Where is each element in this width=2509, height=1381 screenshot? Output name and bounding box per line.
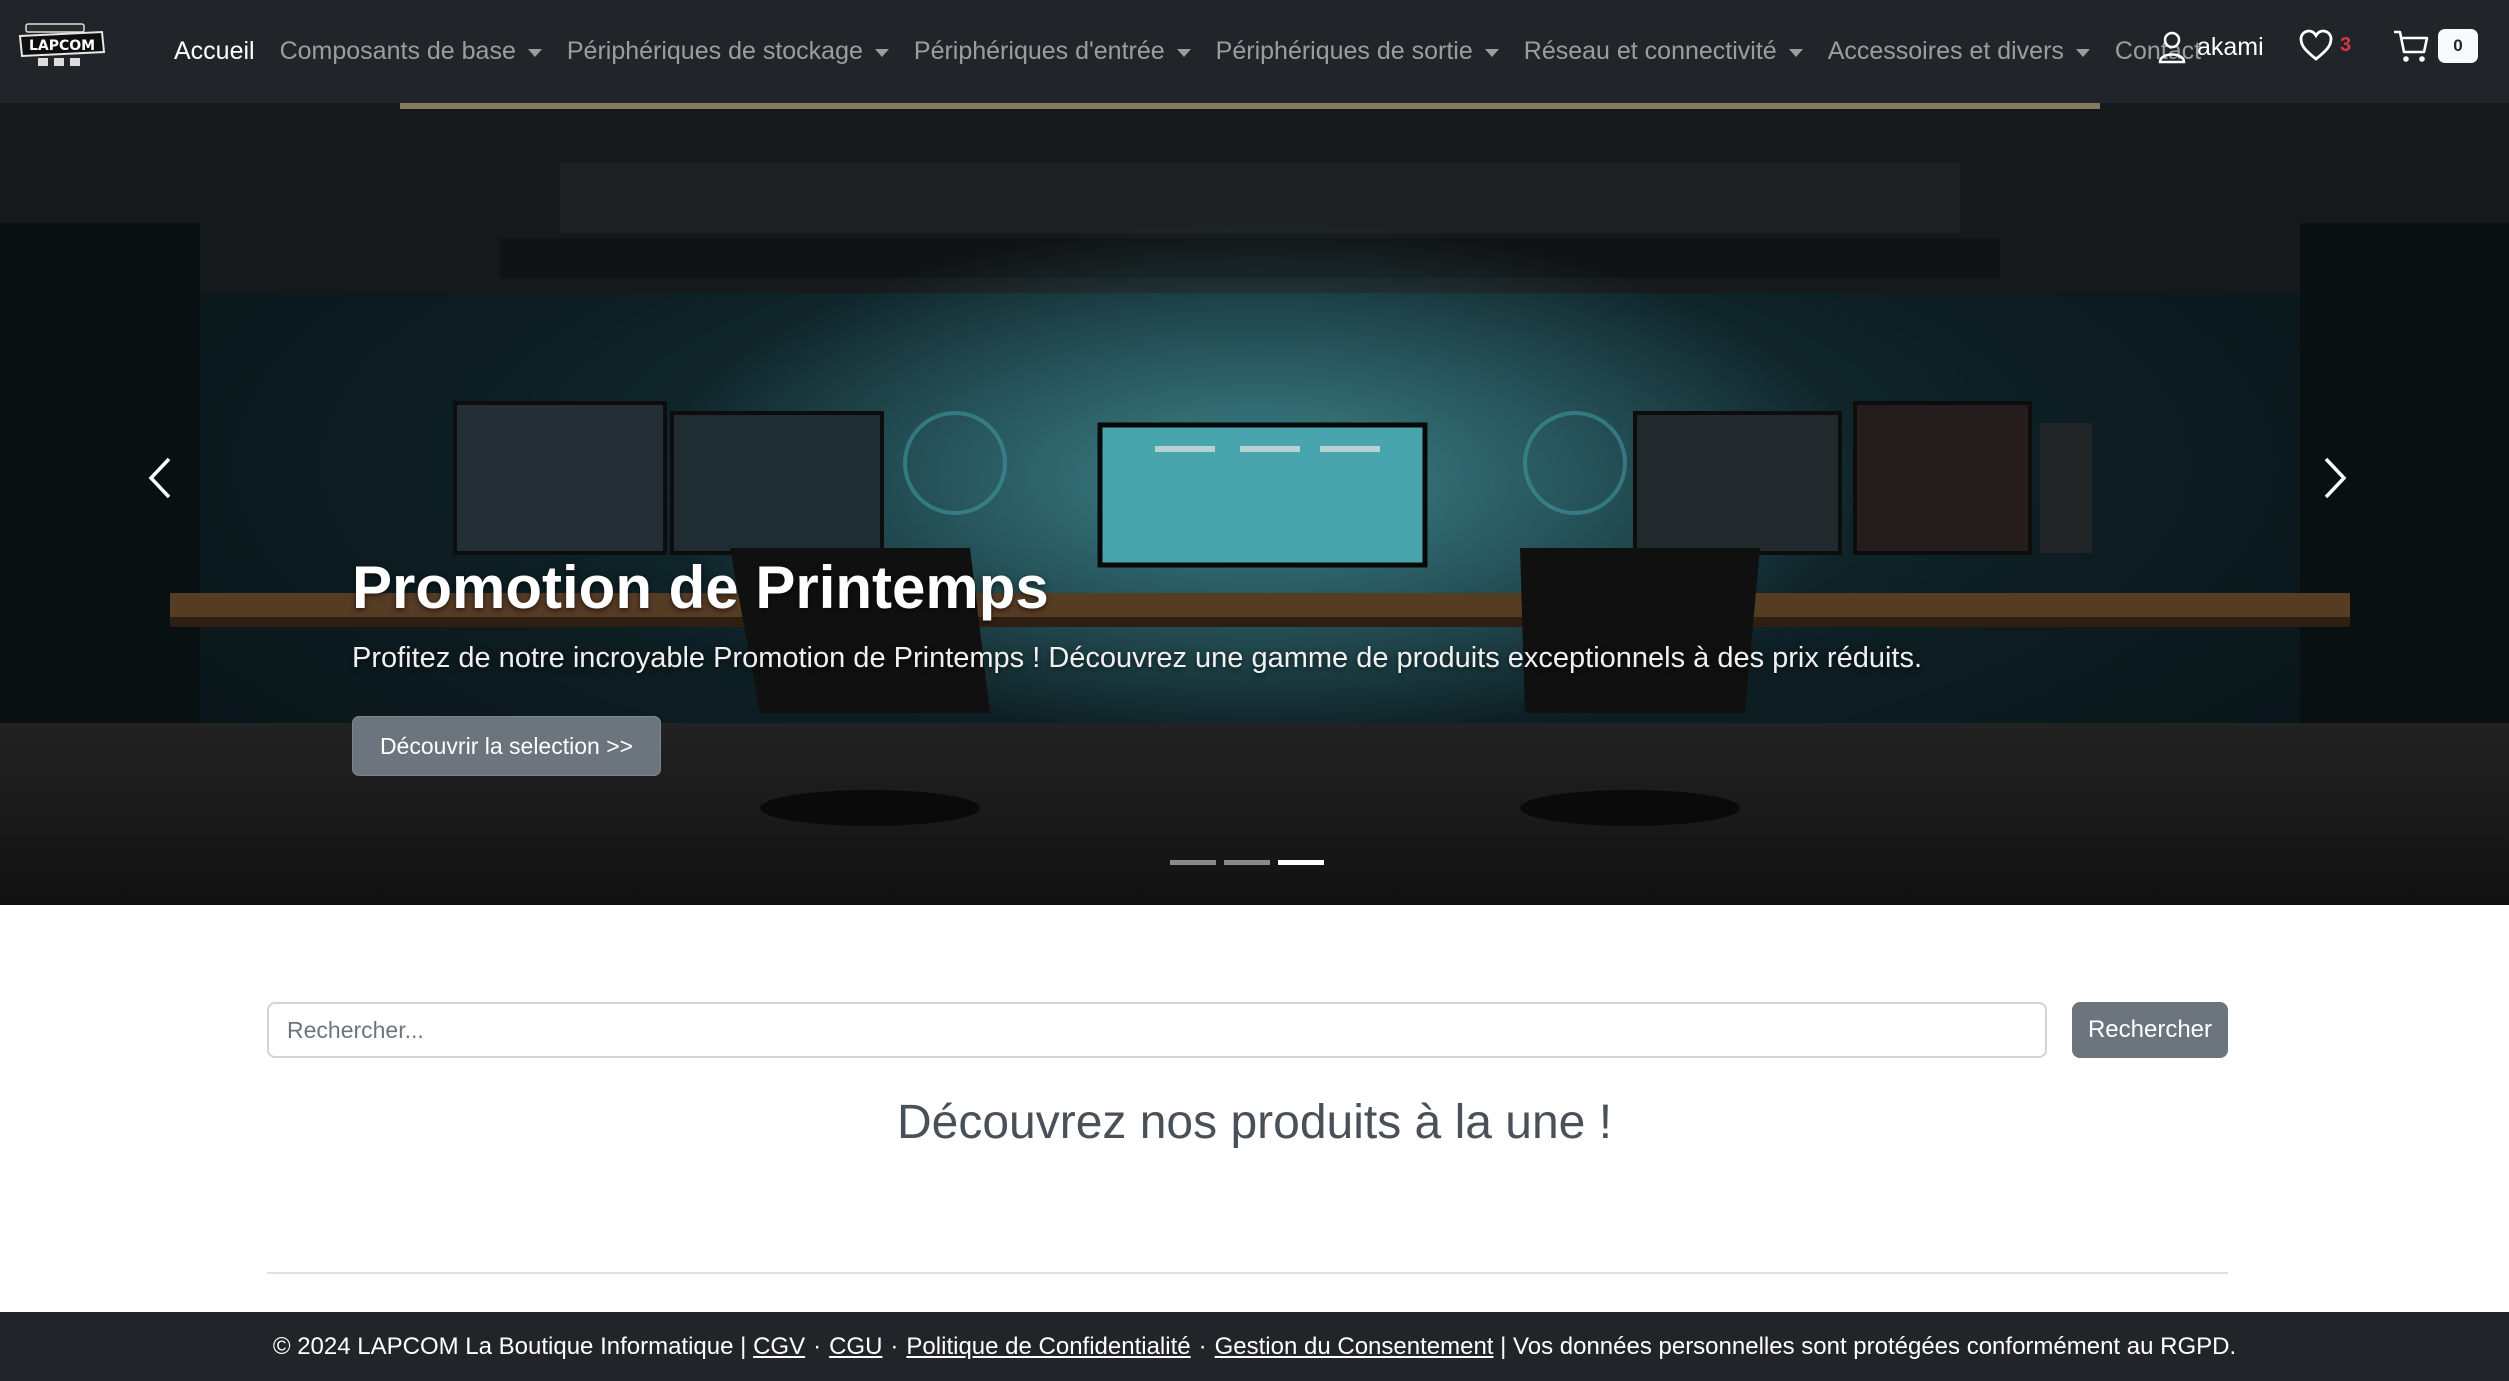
hero-background-image <box>0 103 2509 905</box>
search-input[interactable] <box>267 1002 2047 1058</box>
carousel-next-button[interactable] <box>2320 453 2350 508</box>
caret-down-icon <box>874 48 889 57</box>
cart-icon <box>2394 30 2429 62</box>
nav-item-composants-de-base[interactable]: Composants de base <box>280 37 542 66</box>
carousel-prev-button[interactable] <box>145 453 175 508</box>
caret-down-icon <box>2075 48 2090 57</box>
cart-count-badge: 0 <box>2438 29 2478 63</box>
hero-carousel: Promotion de Printemps Profitez de notre… <box>0 103 2509 905</box>
hero-title: Promotion de Printemps <box>352 554 1049 621</box>
carousel-caption: Promotion de Printemps Profitez de notre… <box>352 558 1922 675</box>
search-button[interactable]: Rechercher <box>2072 1002 2228 1058</box>
user-account-link[interactable]: akami <box>2157 30 2264 64</box>
footer-link-consent[interactable]: Gestion du Consentement <box>1215 1333 1494 1361</box>
footer-rgpd-notice: | Vos données personnelles sont protégée… <box>1500 1332 2237 1360</box>
footer: © 2024 LAPCOM La Boutique Informatique |… <box>0 1312 2509 1381</box>
caret-down-icon <box>1788 48 1803 57</box>
nav-item-peripheriques-de-stockage[interactable]: Périphériques de stockage <box>567 37 889 66</box>
hero-text: Profitez de notre incroyable Promotion d… <box>352 642 1923 674</box>
carousel-indicator-3[interactable] <box>1278 860 1324 865</box>
caret-down-icon <box>1484 48 1499 57</box>
wishlist-count-badge: 3 <box>2340 33 2352 56</box>
nav-item-accessoires-et-divers[interactable]: Accessoires et divers <box>1828 37 2090 66</box>
footer-link-privacy[interactable]: Politique de Confidentialité <box>906 1333 1190 1361</box>
nav-item-reseau-et-connectivite[interactable]: Réseau et connectivité <box>1524 37 1803 66</box>
footer-separator: · <box>890 1332 899 1360</box>
user-icon <box>2158 31 2186 64</box>
caret-down-icon <box>1176 48 1191 57</box>
chevron-left-icon <box>148 457 171 499</box>
carousel-indicator-2[interactable] <box>1224 860 1270 865</box>
nav-item-peripheriques-de-sortie[interactable]: Périphériques de sortie <box>1216 37 1499 66</box>
lapcom-logo-icon[interactable]: LAPCOM <box>16 22 108 70</box>
heart-icon <box>2299 29 2333 61</box>
user-name: akami <box>2197 32 2264 61</box>
logo-text: LAPCOM <box>29 38 95 54</box>
main-nav: Accueil Composants de base Périphériques… <box>174 0 2226 103</box>
footer-separator: · <box>813 1332 822 1360</box>
cart-link[interactable]: 0 <box>2392 28 2478 64</box>
featured-products-title: Découvrez nos produits à la une ! <box>896 1096 1613 1149</box>
wishlist-link[interactable]: 3 <box>2298 28 2351 62</box>
nav-item-accueil[interactable]: Accueil <box>174 37 255 66</box>
footer-separator: · <box>1198 1332 1207 1360</box>
caret-down-icon <box>527 48 542 57</box>
navbar: LAPCOM Accueil Composants de base Périph… <box>0 0 2509 103</box>
discover-selection-button[interactable]: Découvrir la selection >> <box>352 716 661 776</box>
divider <box>267 1272 2228 1274</box>
footer-copyright: © 2024 LAPCOM La Boutique Informatique | <box>272 1332 747 1360</box>
carousel-indicator-1[interactable] <box>1170 860 1216 865</box>
footer-link-cgu[interactable]: CGU <box>829 1333 882 1361</box>
nav-item-peripheriques-d-entree[interactable]: Périphériques d'entrée <box>914 37 1191 66</box>
carousel-indicators <box>1170 860 1332 865</box>
footer-link-cgv[interactable]: CGV <box>753 1333 805 1361</box>
chevron-right-icon <box>2324 457 2347 499</box>
